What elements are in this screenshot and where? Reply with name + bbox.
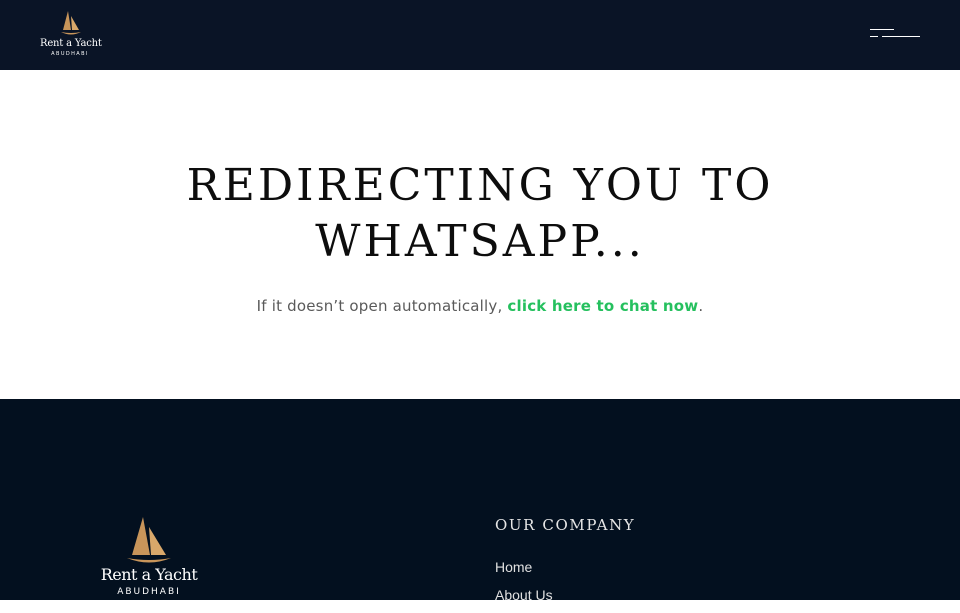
redirect-message: If it doesn’t open automatically, click … (80, 297, 880, 315)
footer-logo-sub: ABUDHABI (117, 587, 181, 597)
footer-logo-brand: Rent a Yacht (100, 565, 198, 584)
header-logo[interactable]: Rent a Yacht ABUDHABI (40, 10, 102, 60)
site-footer: Rent a Yacht ABUDHABI OUR COMPANY Home A… (0, 399, 960, 603)
sailboat-icon (61, 11, 81, 35)
footer-company-heading: OUR COMPANY (495, 516, 636, 534)
footer-company-links: Home About Us (495, 557, 553, 613)
footer-link-home[interactable]: Home (495, 557, 553, 585)
chat-now-link[interactable]: click here to chat now (507, 297, 698, 315)
page-title-line2: WHATSAPP... (315, 216, 645, 267)
redirect-section: REDIRECTING YOU TO WHATSAPP... If it doe… (0, 70, 960, 399)
redirect-message-suffix: . (698, 297, 704, 315)
page-title-line1: REDIRECTING YOU TO (186, 160, 774, 211)
page-title: REDIRECTING YOU TO WHATSAPP... (80, 158, 880, 270)
sailboat-icon (127, 517, 171, 563)
menu-toggle-button[interactable] (866, 26, 924, 44)
site-header: Rent a Yacht ABUDHABI (0, 0, 960, 70)
header-logo-sub: ABUDHABI (51, 51, 89, 57)
redirect-message-prefix: If it doesn’t open automatically, (256, 297, 508, 315)
header-logo-brand: Rent a Yacht (40, 38, 102, 49)
footer-link-about-us[interactable]: About Us (495, 585, 553, 613)
footer-logo[interactable]: Rent a Yacht ABUDHABI (96, 515, 202, 605)
